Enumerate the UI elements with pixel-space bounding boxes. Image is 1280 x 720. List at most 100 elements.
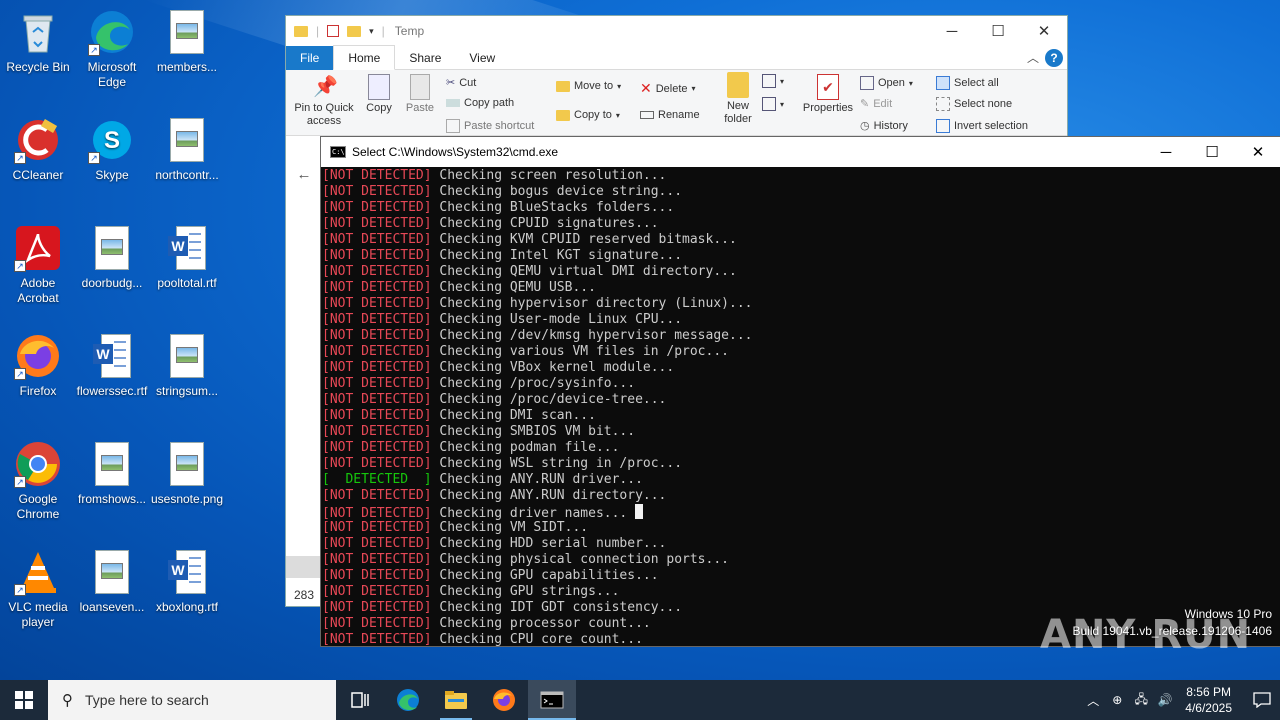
taskbar-search[interactable]: ⚲ Type here to search: [48, 680, 336, 720]
taskbar-cmd[interactable]: [528, 680, 576, 720]
properties-icon: ✔: [817, 74, 839, 100]
desktop-icon-label: xboxlong.rtf: [155, 600, 219, 614]
delete-button[interactable]: ✕ Delete ▾: [640, 80, 696, 97]
copy-path-button[interactable]: Copy path: [446, 97, 514, 109]
notification-icon: [1253, 692, 1271, 708]
windows-edition: Windows 10 Pro: [1184, 607, 1272, 621]
maximize-icon[interactable]: ☐: [1189, 137, 1235, 167]
help-icon[interactable]: ?: [1045, 49, 1063, 67]
desktop-icon-file[interactable]: loanseven...: [74, 548, 150, 615]
status-not-detected: [NOT DETECTED]: [322, 184, 432, 199]
start-button[interactable]: [0, 680, 48, 720]
select-none-button[interactable]: Select none: [936, 97, 1012, 111]
console-line: [NOT DETECTED] Checking /dev/kmsg hyperv…: [322, 328, 1280, 344]
tab-share[interactable]: Share: [395, 46, 455, 70]
desktop-icon-recycle-bin[interactable]: Recycle Bin: [0, 8, 76, 75]
easy-access-icon: [762, 97, 776, 111]
windows-watermark: Windows 10 Pro Build 19041.vb_release.19…: [1073, 606, 1273, 640]
check-text: Checking processor count...: [431, 616, 651, 631]
chevron-up-icon[interactable]: ︿: [1027, 49, 1039, 66]
desktop-icon-file[interactable]: W pooltotal.rtf: [149, 224, 225, 291]
check-text: Checking ANY.RUN driver...: [431, 472, 643, 487]
properties-check-icon[interactable]: [327, 25, 340, 37]
explorer-titlebar[interactable]: | ▾ | Temp ─ ☐ ✕: [286, 16, 1067, 46]
close-icon[interactable]: ✕: [1021, 16, 1067, 46]
desktop-icon-file[interactable]: northcontr...: [149, 116, 225, 183]
move-to-button[interactable]: Move to ▾: [556, 80, 621, 92]
desktop-icon-file[interactable]: doorbudg...: [74, 224, 150, 291]
new-folder-icon[interactable]: [347, 25, 362, 37]
cmd-window[interactable]: C:\ Select C:\Windows\System32\cmd.exe ─…: [320, 136, 1280, 647]
tab-home[interactable]: Home: [333, 45, 396, 70]
desktop-icon-file[interactable]: fromshows...: [74, 440, 150, 507]
desktop-icon-label: stringsum...: [155, 384, 218, 398]
check-text: Checking ANY.RUN directory...: [431, 488, 667, 503]
maximize-icon[interactable]: ☐: [975, 16, 1021, 46]
clock-date: 4/6/2025: [1185, 701, 1232, 715]
clock[interactable]: 8:56 PM 4/6/2025: [1185, 684, 1232, 716]
desktop-icon-file[interactable]: members...: [149, 8, 225, 75]
console-output[interactable]: [NOT DETECTED] Checking screen resolutio…: [321, 167, 1280, 648]
shortcut-arrow-icon: ↗: [88, 44, 100, 56]
back-arrow-icon[interactable]: ←: [286, 166, 322, 186]
chrome-icon: ↗: [14, 440, 62, 488]
easy-access-button[interactable]: ▾: [762, 97, 784, 111]
desktop-icon-vlc[interactable]: ↗ VLC media player: [0, 548, 76, 630]
folder-icon: [445, 691, 467, 709]
console-line: [NOT DETECTED] Checking various VM files…: [322, 344, 1280, 360]
minimize-icon[interactable]: ─: [929, 16, 975, 46]
check-text: Checking bogus device string...: [431, 184, 683, 199]
rename-button[interactable]: Rename: [640, 109, 700, 121]
desktop-icon-file[interactable]: stringsum...: [149, 332, 225, 399]
customize-toolbar-icon[interactable]: ▾: [369, 26, 374, 37]
copy-to-button[interactable]: Copy to ▾: [556, 109, 620, 121]
console-line: [NOT DETECTED] Checking User-mode Linux …: [322, 312, 1280, 328]
taskbar-file-explorer[interactable]: [432, 680, 480, 720]
tab-file[interactable]: File: [286, 45, 334, 70]
task-view-button[interactable]: [336, 680, 384, 720]
tray-app-icon[interactable]: ⊕: [1105, 693, 1129, 707]
desktop-icon-file[interactable]: W flowerssec.rtf: [74, 332, 150, 399]
desktop-icon-file[interactable]: usesnote.png: [149, 440, 225, 507]
desktop-icon-microsoft-edge[interactable]: ↗ Microsoft Edge: [74, 8, 150, 90]
open-button[interactable]: Open ▾: [860, 76, 913, 90]
status-not-detected: [NOT DETECTED]: [322, 488, 432, 503]
invert-selection-button[interactable]: Invert selection: [936, 119, 1028, 133]
pin-quick-access-button[interactable]: 📌 Pin to Quick access: [290, 74, 358, 128]
select-all-button[interactable]: Select all: [936, 76, 999, 90]
history-button[interactable]: ◷ History: [860, 119, 908, 133]
paste-button[interactable]: Paste: [402, 74, 438, 114]
copy-path-icon: [446, 99, 460, 107]
minimize-icon[interactable]: ─: [1143, 137, 1189, 167]
quick-access-toolbar: | ▾ |: [294, 24, 385, 38]
check-text: Checking screen resolution...: [431, 168, 667, 183]
network-icon[interactable]: 🖧: [1129, 690, 1153, 711]
paste-shortcut-button[interactable]: Paste shortcut: [446, 119, 534, 133]
notification-center-button[interactable]: [1244, 680, 1280, 720]
desktop-icon-firefox[interactable]: ↗ Firefox: [0, 332, 76, 399]
taskbar-firefox[interactable]: [480, 680, 528, 720]
cmd-titlebar[interactable]: C:\ Select C:\Windows\System32\cmd.exe ─…: [321, 137, 1280, 167]
new-item-button[interactable]: ▾: [762, 74, 784, 88]
taskbar-edge[interactable]: [384, 680, 432, 720]
check-text: Checking KVM CPUID reserved bitmask...: [431, 232, 737, 247]
desktop-icon-skype[interactable]: S ↗ Skype: [74, 116, 150, 183]
console-line: [NOT DETECTED] Checking BlueStacks folde…: [322, 200, 1280, 216]
desktop-icon-label: fromshows...: [77, 492, 146, 506]
new-folder-button[interactable]: New folder: [718, 72, 758, 126]
copy-button[interactable]: Copy: [362, 74, 396, 114]
window-title: Temp: [394, 24, 425, 38]
desktop-icon-adobe-acrobat[interactable]: ↗ Adobe Acrobat: [0, 224, 76, 306]
volume-icon[interactable]: 🔊: [1153, 693, 1177, 707]
cut-button[interactable]: ✂ Cut: [446, 76, 476, 90]
selected-row: [286, 556, 322, 578]
close-icon[interactable]: ✕: [1235, 137, 1280, 167]
text-cursor: [635, 504, 644, 519]
properties-button[interactable]: ✔ Properties: [800, 74, 856, 114]
edit-button[interactable]: ✎ Edit: [860, 97, 892, 111]
desktop-icon-ccleaner[interactable]: ↗ CCleaner: [0, 116, 76, 183]
chevron-up-icon[interactable]: ︿: [1081, 692, 1105, 709]
tab-view[interactable]: View: [455, 46, 509, 70]
desktop-icon-google-chrome[interactable]: ↗ Google Chrome: [0, 440, 76, 522]
desktop-icon-file[interactable]: W xboxlong.rtf: [149, 548, 225, 615]
